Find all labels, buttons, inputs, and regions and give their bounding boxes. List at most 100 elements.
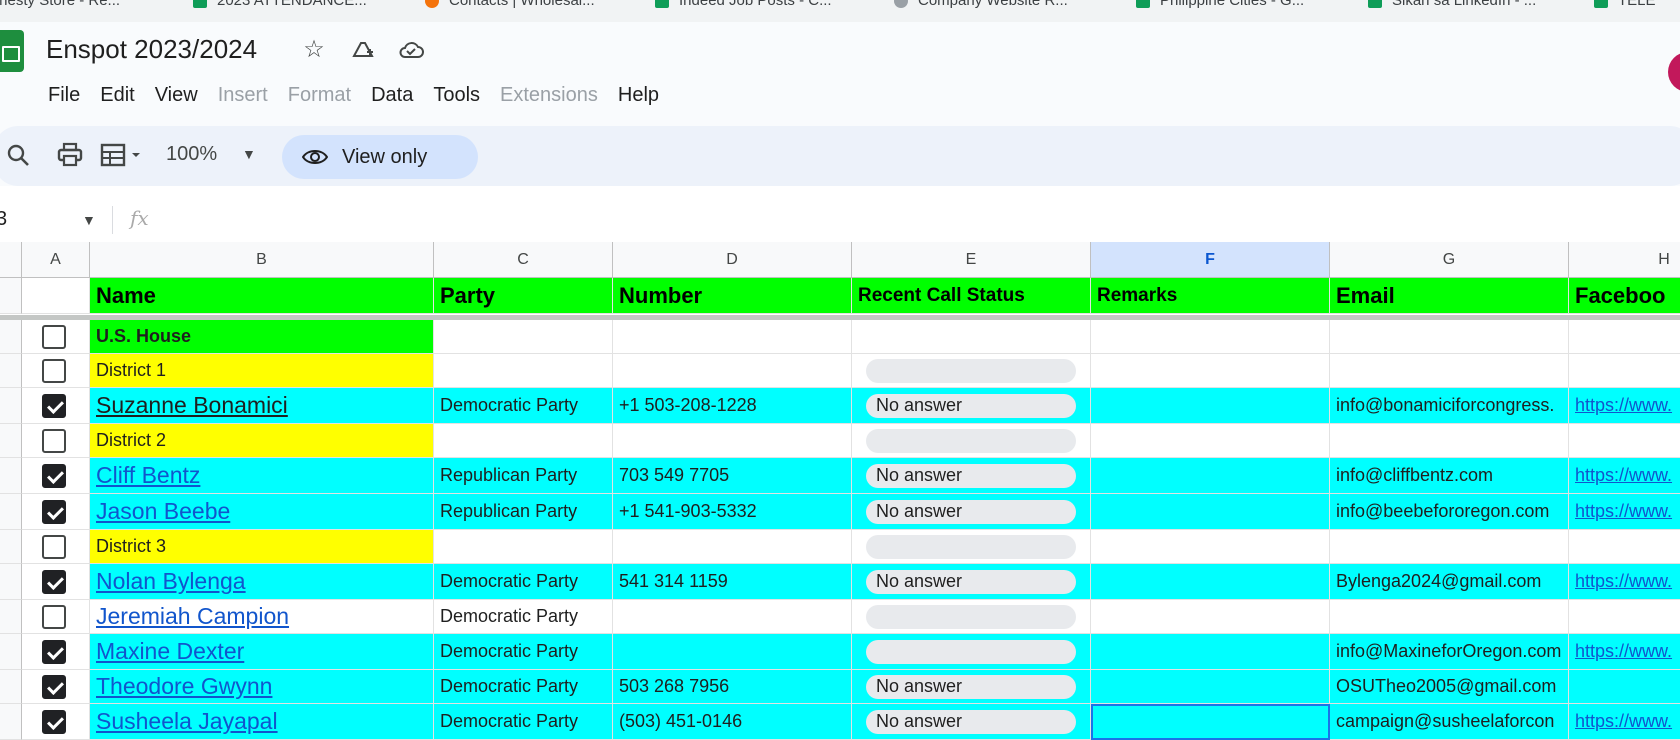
- menu-format[interactable]: Format: [288, 84, 351, 107]
- checkbox[interactable]: [42, 393, 66, 418]
- column-header-c[interactable]: C: [434, 242, 613, 277]
- menu-data[interactable]: Data: [371, 84, 413, 107]
- row-header[interactable]: [0, 320, 22, 354]
- menu-file[interactable]: File: [48, 84, 80, 107]
- print-icon[interactable]: [56, 140, 84, 170]
- bookmark-item[interactable]: TELE: [1594, 0, 1656, 9]
- candidate-link[interactable]: Maxine Dexter: [96, 638, 244, 665]
- checkbox[interactable]: [42, 569, 66, 594]
- remarks-cell[interactable]: [1091, 530, 1330, 564]
- column-header-d[interactable]: D: [613, 242, 852, 277]
- checkbox[interactable]: [42, 499, 66, 524]
- candidate-link[interactable]: Jason Beebe: [96, 498, 230, 525]
- facebook-link[interactable]: https://www.: [1575, 501, 1672, 522]
- candidate-link[interactable]: Susheela Jayapal: [96, 708, 278, 735]
- checkbox[interactable]: [42, 358, 66, 383]
- candidate-link[interactable]: Jeremiah Campion: [96, 603, 289, 630]
- select-all-corner[interactable]: [0, 242, 22, 277]
- menu-insert[interactable]: Insert: [218, 84, 268, 107]
- view-only-button[interactable]: View only: [282, 135, 478, 179]
- column-header-g[interactable]: G: [1330, 242, 1569, 277]
- remarks-cell[interactable]: [1091, 600, 1330, 634]
- column-header-e[interactable]: E: [852, 242, 1091, 277]
- status-dropdown-chip[interactable]: [866, 534, 1076, 559]
- row-header[interactable]: [0, 424, 22, 458]
- zoom-select[interactable]: 100%: [166, 143, 217, 166]
- facebook-link[interactable]: https://www.: [1575, 395, 1672, 416]
- row-header[interactable]: [0, 600, 22, 634]
- status-dropdown-chip[interactable]: No answer: [866, 674, 1076, 699]
- bookmark-item[interactable]: Indeed Job Posts - C...: [655, 0, 832, 9]
- remarks-cell[interactable]: [1091, 388, 1330, 424]
- name-box[interactable]: 3: [0, 208, 7, 231]
- menu-extensions[interactable]: Extensions: [500, 84, 598, 107]
- row-header[interactable]: [0, 530, 22, 564]
- column-header-h[interactable]: H: [1569, 242, 1680, 277]
- row-header[interactable]: [0, 388, 22, 424]
- move-to-drive-icon[interactable]: [349, 36, 377, 64]
- bookmark-item[interactable]: Sikan sa LinkedIn - ...: [1368, 0, 1536, 9]
- row-header[interactable]: [0, 564, 22, 600]
- menu-tools[interactable]: Tools: [433, 84, 480, 107]
- remarks-cell[interactable]: [1091, 704, 1330, 740]
- status-dropdown-chip[interactable]: No answer: [866, 393, 1076, 418]
- bookmark-item[interactable]: Philippine Cities - G...: [1136, 0, 1304, 9]
- remarks-cell[interactable]: [1091, 670, 1330, 704]
- row-header[interactable]: [0, 354, 22, 388]
- row-header[interactable]: [0, 704, 22, 740]
- remarks-cell[interactable]: [1091, 458, 1330, 494]
- bookmark-item[interactable]: 2023 ATTENDANCE...: [193, 0, 367, 9]
- row-header[interactable]: [0, 670, 22, 704]
- status-dropdown-chip[interactable]: [866, 639, 1076, 664]
- remarks-cell[interactable]: [1091, 634, 1330, 670]
- checkbox[interactable]: [42, 709, 66, 734]
- candidate-link[interactable]: Suzanne Bonamici: [96, 392, 288, 419]
- candidate-link[interactable]: Theodore Gwynn: [96, 673, 272, 700]
- checkbox[interactable]: [42, 604, 66, 629]
- checkbox[interactable]: [42, 534, 66, 559]
- candidate-link[interactable]: Cliff Bentz: [96, 462, 200, 489]
- search-icon[interactable]: [6, 140, 30, 170]
- chevron-down-icon[interactable]: ▼: [242, 146, 256, 162]
- menu-help[interactable]: Help: [618, 84, 659, 107]
- status-dropdown-chip[interactable]: [866, 428, 1076, 453]
- filter-view-icon[interactable]: [100, 140, 146, 170]
- status-dropdown-chip[interactable]: No answer: [866, 463, 1076, 488]
- checkbox[interactable]: [42, 674, 66, 699]
- status-dropdown-chip[interactable]: [866, 604, 1076, 629]
- sheets-logo-icon[interactable]: [0, 30, 24, 72]
- checkbox[interactable]: [42, 324, 66, 349]
- remarks-cell[interactable]: [1091, 320, 1330, 354]
- facebook-link[interactable]: https://www.: [1575, 641, 1672, 662]
- row-header[interactable]: [0, 634, 22, 670]
- column-header-f[interactable]: F: [1091, 242, 1330, 277]
- bookmark-item[interactable]: Contacts | Wholesal...: [425, 0, 595, 9]
- column-header-a[interactable]: A: [22, 242, 90, 277]
- status-dropdown-chip[interactable]: [866, 358, 1076, 383]
- status-dropdown-chip[interactable]: No answer: [866, 499, 1076, 524]
- remarks-cell[interactable]: [1091, 494, 1330, 530]
- row-header[interactable]: [0, 278, 22, 314]
- row-header[interactable]: [0, 458, 22, 494]
- remarks-cell[interactable]: [1091, 564, 1330, 600]
- star-icon[interactable]: ☆: [300, 36, 328, 64]
- remarks-cell[interactable]: [1091, 424, 1330, 458]
- checkbox[interactable]: [42, 428, 66, 453]
- checkbox[interactable]: [42, 463, 66, 488]
- column-header-b[interactable]: B: [90, 242, 434, 277]
- facebook-link[interactable]: https://www.: [1575, 465, 1672, 486]
- facebook-link[interactable]: https://www.: [1575, 571, 1672, 592]
- facebook-link[interactable]: https://www.: [1575, 711, 1672, 732]
- menu-view[interactable]: View: [155, 84, 198, 107]
- chevron-down-icon[interactable]: ▼: [82, 212, 96, 228]
- row-header[interactable]: [0, 494, 22, 530]
- menu-edit[interactable]: Edit: [100, 84, 134, 107]
- candidate-link[interactable]: Nolan Bylenga: [96, 568, 246, 595]
- checkbox[interactable]: [42, 639, 66, 664]
- cloud-saved-icon[interactable]: [397, 36, 425, 64]
- status-dropdown-chip[interactable]: No answer: [866, 709, 1076, 734]
- document-title[interactable]: Enspot 2023/2024: [46, 34, 257, 65]
- status-dropdown-chip[interactable]: No answer: [866, 569, 1076, 594]
- remarks-cell[interactable]: [1091, 354, 1330, 388]
- frozen-row-divider[interactable]: [0, 315, 1680, 320]
